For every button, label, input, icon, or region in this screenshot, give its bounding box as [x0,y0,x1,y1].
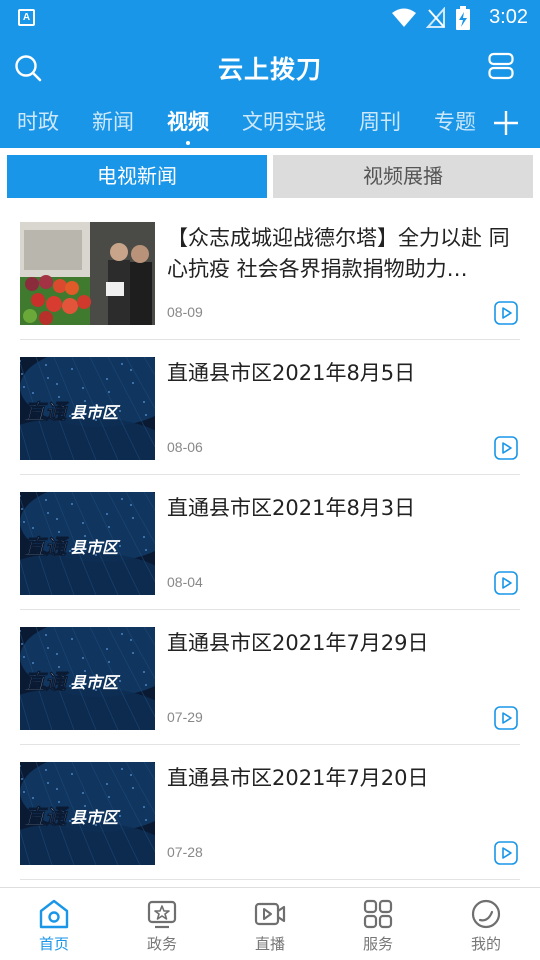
channel-tabs: 时政 新闻 视频 文明实践 周刊 专题 [0,98,540,148]
svg-text:直通: 直通 [24,670,69,694]
nav-item[interactable]: 服务 [324,888,432,960]
channel-tab-label: 周刊 [359,110,401,134]
channel-tab[interactable]: 时政 [17,106,59,136]
nav-label: 我的 [470,935,501,953]
video-thumbnail[interactable]: 直通 县市区 [20,762,155,865]
government-icon [146,898,178,930]
nav-item[interactable]: 政务 [108,888,216,960]
nav-item[interactable]: 首页 [0,888,108,960]
status-bar: A 3:02 [0,0,540,36]
app-notification-icon: A [18,9,35,26]
channel-tab[interactable]: 文明实践 [242,106,326,136]
subtab-video-showcase[interactable]: 视频展播 [273,155,533,198]
svg-text:直通: 直通 [24,400,69,424]
menu-icon[interactable] [488,52,514,80]
svg-text:直通: 直通 [24,805,69,829]
profile-icon [470,898,502,930]
nav-label: 服务 [362,935,393,953]
video-date: 08-09 [167,304,203,320]
video-list-item[interactable]: 直通 县市区 直通县市区2021年8月3日 08-04 [20,475,520,610]
video-date: 07-29 [167,709,203,725]
channel-tab-label: 视频 [167,110,209,134]
video-title[interactable]: 直通县市区2021年8月3日 [167,493,517,524]
video-date: 08-06 [167,439,203,455]
play-icon[interactable] [494,436,518,460]
video-date: 07-28 [167,844,203,860]
nav-item[interactable]: 直播 [216,888,324,960]
video-thumbnail[interactable] [20,222,155,325]
services-grid-icon [362,898,394,930]
sub-tabs: 电视新闻 视频展播 [7,155,533,198]
subtab-tv-news[interactable]: 电视新闻 [7,155,267,198]
video-title[interactable]: 直通县市区2021年8月5日 [167,358,517,389]
channel-tab[interactable]: 周刊 [359,106,401,136]
play-icon[interactable] [494,301,518,325]
app-title: 云上拨刀 [217,55,322,84]
svg-text:县市区: 县市区 [70,403,121,422]
nav-item[interactable]: 我的 [432,888,540,960]
wifi-icon [392,8,416,27]
bottom-navigation: 首页 政务 直播 服务 我的 [0,887,540,960]
video-list: 【众志成城迎战德尔塔】全力以赴 同心抗疫 社会各界捐款捐物助力… 08-09 直通县… [20,205,520,880]
video-list-item[interactable]: 直通 县市区 直通县市区2021年8月5日 08-06 [20,340,520,475]
no-signal-icon [426,7,445,28]
play-icon[interactable] [494,706,518,730]
channel-tab[interactable]: 视频 [167,106,209,145]
svg-text:县市区: 县市区 [70,808,121,827]
nav-label: 直播 [254,935,285,953]
battery-charging-icon [456,6,470,30]
play-icon[interactable] [494,841,518,865]
video-title[interactable]: 【众志成城迎战德尔塔】全力以赴 同心抗疫 社会各界捐款捐物助力… [167,223,517,285]
live-icon [254,898,286,930]
svg-text:县市区: 县市区 [70,538,121,557]
channel-tab-label: 文明实践 [242,110,326,134]
play-icon[interactable] [494,571,518,595]
video-thumbnail[interactable]: 直通 县市区 [20,627,155,730]
active-indicator [186,141,190,145]
app-header: 云上拨刀 [0,36,540,98]
status-time: 3:02 [489,6,528,28]
home-icon [38,898,70,930]
video-title[interactable]: 直通县市区2021年7月20日 [167,763,517,794]
channel-tab-label: 新闻 [92,110,134,134]
video-date: 08-04 [167,574,203,590]
svg-text:直通: 直通 [24,535,69,559]
video-list-item[interactable]: 直通 县市区 直通县市区2021年7月20日 07-28 [20,745,520,880]
video-thumbnail[interactable]: 直通 县市区 [20,492,155,595]
system-icons [392,6,470,30]
video-title[interactable]: 直通县市区2021年7月29日 [167,628,517,659]
channel-tab-label: 时政 [17,110,59,134]
video-list-item[interactable]: 【众志成城迎战德尔塔】全力以赴 同心抗疫 社会各界捐款捐物助力… 08-09 [20,205,520,340]
video-thumbnail[interactable]: 直通 县市区 [20,357,155,460]
nav-label: 首页 [38,935,69,953]
svg-text:县市区: 县市区 [70,673,121,692]
add-channel-icon[interactable] [492,109,520,137]
nav-label: 政务 [146,935,177,953]
video-list-item[interactable]: 直通 县市区 直通县市区2021年7月29日 07-29 [20,610,520,745]
channel-tab[interactable]: 新闻 [92,106,134,136]
